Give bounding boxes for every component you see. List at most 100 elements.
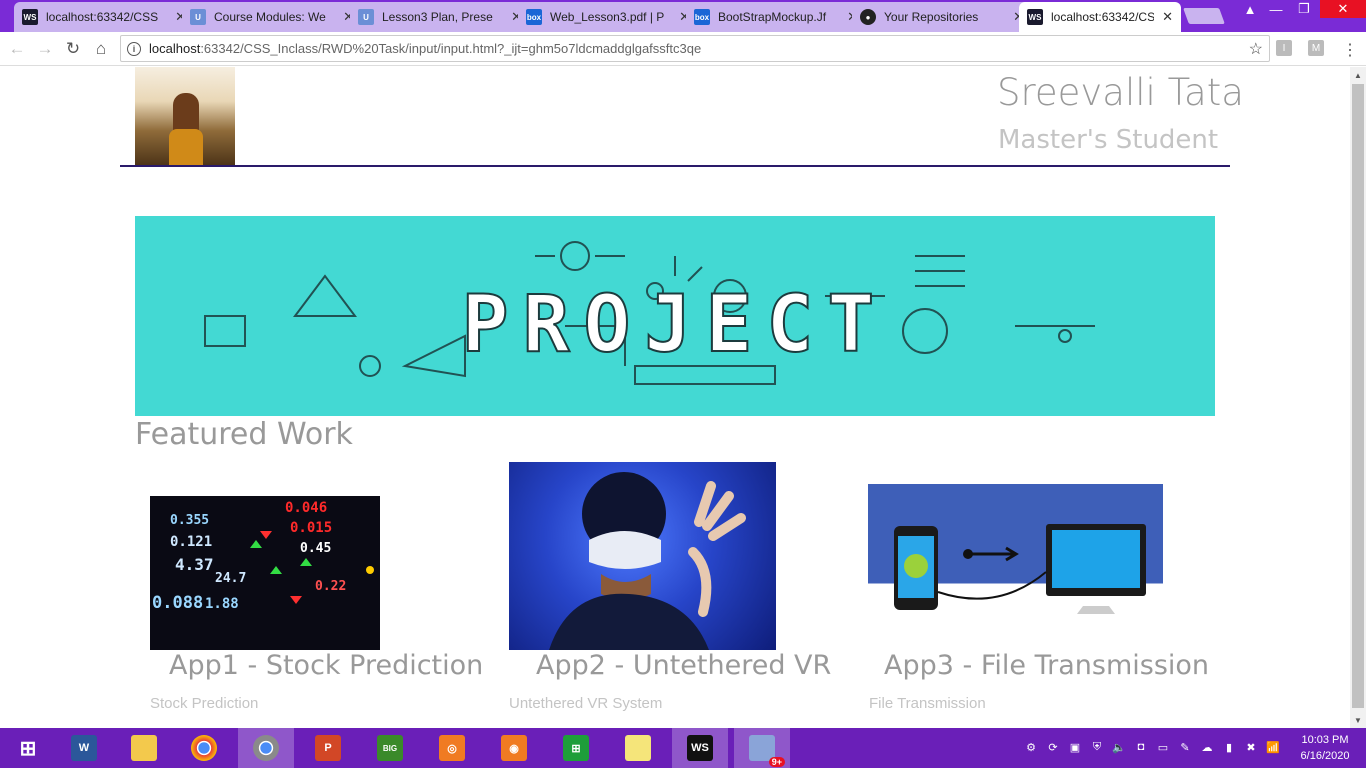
back-arrow-icon[interactable]: ← xyxy=(6,38,28,60)
stock-number: 24.7 xyxy=(215,571,246,586)
profile-dress xyxy=(169,129,203,165)
stock-number: 4.37 xyxy=(175,555,214,574)
tab-course-modules[interactable]: U Course Modules: We ✕ xyxy=(182,2,362,32)
featured-work-heading: Featured Work xyxy=(135,417,353,452)
vr-user-graphic xyxy=(549,472,746,650)
big-farm-icon[interactable]: BIG xyxy=(362,728,418,768)
close-icon[interactable]: ✕ xyxy=(1162,9,1173,25)
stock-number: 0.121 xyxy=(170,534,212,550)
page-subtitle: Master's Student xyxy=(998,125,1219,155)
untethered-vr-image xyxy=(509,462,776,650)
project-banner-image: PROJECT xyxy=(135,216,1215,416)
ws-icon: WS xyxy=(1027,9,1043,25)
tab-lesson3-plan[interactable]: U Lesson3 Plan, Prese ✕ xyxy=(350,2,530,32)
powerpoint-icon[interactable]: P xyxy=(300,728,356,768)
minimize-icon[interactable]: — xyxy=(1262,0,1290,18)
tab-web-lesson3-pdf[interactable]: box Web_Lesson3.pdf | P ✕ xyxy=(518,2,698,32)
forward-arrow-icon[interactable]: → xyxy=(34,38,56,60)
display-tray-icon[interactable]: ▭ xyxy=(1156,740,1170,754)
browser-tab-bar: WS localhost:63342/CSS ✕ U Course Module… xyxy=(0,0,1366,32)
url-text[interactable]: localhost:63342/CSS_Inclass/RWD%20Task/i… xyxy=(149,41,1249,56)
clock-time: 10:03 PM xyxy=(1301,734,1349,746)
sticky-notes-icon[interactable] xyxy=(610,728,666,768)
file-transmission-image xyxy=(868,484,1163,650)
system-tray: ⚙ ⟳ ▣ ⛨ 🔈 ◘ ▭ ✎ ☁ ▮ ✖ 📶 xyxy=(1024,740,1280,754)
tab-label: BootStrapMockup.Jf xyxy=(718,10,827,24)
scroll-up-arrow-icon[interactable]: ▲ xyxy=(1350,67,1366,83)
store-icon[interactable]: ⊞ xyxy=(548,728,604,768)
tab-localhost-active[interactable]: WS localhost:63342/CSS ✕ xyxy=(1019,2,1181,32)
file-explorer-icon[interactable] xyxy=(116,728,172,768)
word-icon[interactable]: W xyxy=(56,728,112,768)
page-title: Sreevalli Tata xyxy=(997,71,1244,114)
windows-taskbar: ⊞ W P BIG ◎ ◉ ⊞ WS 9+ ⚙ ⟳ ▣ ⛨ 🔈 ◘ ▭ ✎ ☁ … xyxy=(0,728,1366,768)
window-close-icon[interactable]: ✕ xyxy=(1320,0,1366,18)
photo-app-icon[interactable]: ◎ xyxy=(424,728,480,768)
profile-photo xyxy=(135,67,235,165)
scroll-thumb[interactable] xyxy=(1352,84,1364,708)
network-tray-icon[interactable]: ⚙ xyxy=(1024,740,1038,754)
card-subtitle-app3: File Transmission xyxy=(869,695,986,712)
sync-tray-icon[interactable]: ⟳ xyxy=(1046,740,1060,754)
user-profile-icon[interactable]: ▲ xyxy=(1236,0,1264,18)
mail-icon[interactable]: 9+ xyxy=(734,728,790,768)
volume-icon[interactable]: 🔈 xyxy=(1112,740,1126,754)
tab-label: Web_Lesson3.pdf | P xyxy=(550,10,665,24)
clock-date: 6/16/2020 xyxy=(1300,750,1350,762)
tab-your-repositories[interactable]: ● Your Repositories ✕ xyxy=(852,2,1032,32)
windows-start-icon[interactable]: ⊞ xyxy=(0,728,56,768)
box-icon: box xyxy=(526,9,542,25)
vertical-scrollbar[interactable]: ▲ ▼ xyxy=(1350,67,1366,728)
extension-i-icon[interactable]: I xyxy=(1276,40,1292,56)
app-tray-icon[interactable]: ▣ xyxy=(1068,740,1082,754)
address-bar[interactable]: i localhost:63342/CSS_Inclass/RWD%20Task… xyxy=(120,35,1270,62)
stock-number: 0.088 xyxy=(152,593,203,613)
stock-number: 0.046 xyxy=(285,500,327,516)
umkc-icon: U xyxy=(358,9,374,25)
stock-number: 0.45 xyxy=(300,541,331,556)
file-transfer-graphic xyxy=(894,524,1146,614)
stock-number: 0.355 xyxy=(170,513,209,528)
tab-label: Lesson3 Plan, Prese xyxy=(382,10,493,24)
info-icon[interactable]: i xyxy=(127,41,141,56)
tools-tray-icon[interactable]: ✎ xyxy=(1178,740,1192,754)
wifi-signal-icon[interactable]: 📶 xyxy=(1266,740,1280,754)
bookmark-star-icon[interactable]: ☆ xyxy=(1249,39,1263,59)
browser-menu-icon[interactable]: ⋮ xyxy=(1342,40,1358,60)
card-title-app2: App2 - Untethered VR xyxy=(536,650,832,681)
camera-tray-icon[interactable]: ◘ xyxy=(1134,740,1148,754)
cloud-tray-icon[interactable]: ☁ xyxy=(1200,740,1214,754)
webstorm-icon[interactable]: WS xyxy=(672,728,728,768)
box-icon: box xyxy=(694,9,710,25)
tab-localhost-1[interactable]: WS localhost:63342/CSS ✕ xyxy=(14,2,194,32)
stock-number: 0.22 xyxy=(315,579,346,594)
tab-bootstrap-mockup[interactable]: box BootStrapMockup.Jf ✕ xyxy=(686,2,866,32)
home-icon[interactable]: ⌂ xyxy=(90,38,112,60)
tab-label: localhost:63342/CSS xyxy=(46,10,159,24)
url-host: localhost xyxy=(149,41,201,56)
shield-tray-icon[interactable]: ⛨ xyxy=(1090,740,1104,754)
new-tab-button[interactable] xyxy=(1183,8,1225,24)
notification-badge: 9+ xyxy=(768,757,785,767)
scroll-down-arrow-icon[interactable]: ▼ xyxy=(1350,712,1366,728)
ws-icon: WS xyxy=(22,9,38,25)
system-clock[interactable]: 10:03 PM 6/16/2020 xyxy=(1290,732,1360,764)
no-network-icon[interactable]: ✖ xyxy=(1244,740,1258,754)
chrome-icon[interactable] xyxy=(176,728,232,768)
battery-icon[interactable]: ▮ xyxy=(1222,740,1236,754)
stock-number: 0.015 xyxy=(290,520,332,536)
card-title-app3: App3 - File Transmission xyxy=(884,650,1210,681)
card-subtitle-app1: Stock Prediction xyxy=(150,695,259,712)
url-path: :63342/CSS_Inclass/RWD%20Task/input/inpu… xyxy=(200,41,702,56)
card-title-app1: App1 - Stock Prediction xyxy=(169,650,484,681)
card-subtitle-app2: Untethered VR System xyxy=(509,695,663,712)
extension-m-icon[interactable]: M xyxy=(1308,40,1324,56)
restore-icon[interactable]: ❐ xyxy=(1290,0,1318,18)
stock-number: 1.88 xyxy=(205,596,239,612)
camera-icon[interactable]: ◉ xyxy=(486,728,542,768)
banner-word: PROJECT xyxy=(461,279,889,371)
page-viewport: Sreevalli Tata Master's Student PROJECT … xyxy=(0,67,1350,728)
chrome-alt-icon[interactable] xyxy=(238,728,294,768)
tab-label: Course Modules: We xyxy=(214,10,326,24)
reload-icon[interactable]: ↻ xyxy=(62,38,84,60)
